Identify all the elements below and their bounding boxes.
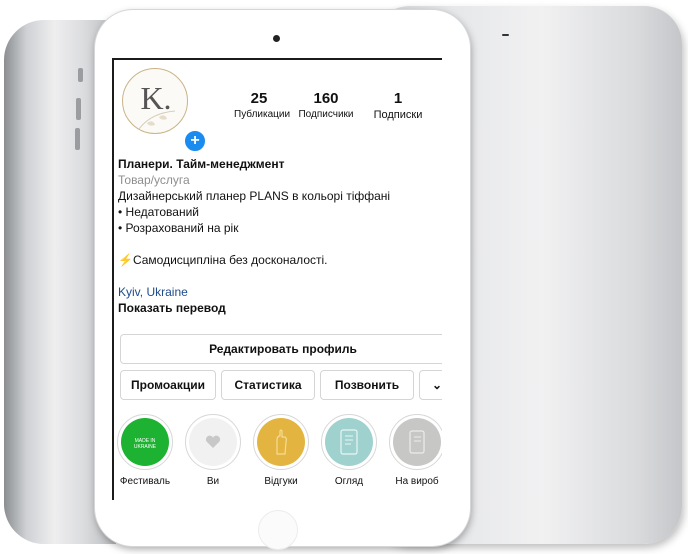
front-camera <box>273 35 280 42</box>
more-options-chevron-down-icon[interactable]: ⌄ <box>419 370 442 400</box>
stat-following-count: 1 <box>393 90 403 107</box>
bio-line: • Розрахований на рік <box>118 221 239 235</box>
highlight-label: Відгуки <box>264 476 298 487</box>
bio-line: • Недатований <box>118 205 200 219</box>
avatar[interactable]: K. + <box>122 68 207 153</box>
bio-motto: ⚡Самодисципліна без досконалості. <box>118 253 328 267</box>
home-button[interactable] <box>258 510 298 550</box>
stat-posts[interactable]: 25 Публикации <box>234 90 291 122</box>
highlight-label: Огляд <box>334 476 364 487</box>
planner-icon <box>409 430 425 454</box>
highlight-reviews[interactable]: Відгуки <box>250 414 312 487</box>
promotions-button[interactable]: Промоакции <box>120 370 216 400</box>
volume-down-button <box>75 128 80 150</box>
profile-bio: Планери. Тайм-менеджмент Товар/услуга Ди… <box>118 156 440 316</box>
profile-location-link[interactable]: Kyiv, Ukraine <box>118 284 440 300</box>
stat-following[interactable]: 1 Подписки <box>368 90 428 122</box>
call-button[interactable]: Позвонить <box>320 370 414 400</box>
stat-followers[interactable]: 160 Подписчики <box>294 90 358 122</box>
heart-icon <box>205 435 221 448</box>
stat-posts-count: 25 <box>250 90 268 107</box>
made-in-ukraine-badge: MADE IN UKRAINE <box>133 438 157 450</box>
leaf-decoration-icon <box>138 110 176 130</box>
bio-spacer <box>118 268 440 284</box>
stat-following-label: Подписки <box>373 109 423 121</box>
highlight-overview[interactable]: Огляд <box>318 414 380 487</box>
highlight-festival[interactable]: MADE IN UKRAINE Фестиваль <box>114 414 176 487</box>
highlight-reviews-cover <box>257 418 305 466</box>
add-story-plus-icon[interactable]: + <box>183 129 207 153</box>
stat-followers-label: Подписчики <box>298 109 354 120</box>
highlight-overview-cover <box>325 418 373 466</box>
hand-icon <box>276 429 287 455</box>
volume-up-button <box>76 98 81 120</box>
highlight-production-cover <box>393 418 441 466</box>
profile-category: Товар/услуга <box>118 173 190 187</box>
highlight-ring <box>185 414 241 470</box>
highlight-ring <box>389 414 442 470</box>
highlight-label: На вироб <box>395 476 439 487</box>
mute-switch <box>78 68 83 82</box>
bio-line: Дизайнерський планер PLANS в кольорі тіф… <box>118 189 391 203</box>
highlight-label: Ви <box>206 476 220 487</box>
statistics-button[interactable]: Статистика <box>221 370 315 400</box>
stat-posts-label: Публикации <box>234 109 291 120</box>
rear-camera <box>502 34 509 36</box>
highlight-festival-cover: MADE IN UKRAINE <box>121 418 169 466</box>
edit-profile-button[interactable]: Редактировать профиль <box>120 334 442 364</box>
profile-name: Планери. Тайм-менеджмент <box>118 157 285 171</box>
stat-followers-count: 160 <box>313 90 339 107</box>
highlight-ring <box>321 414 377 470</box>
highlight-vy[interactable]: Ви <box>182 414 244 487</box>
highlight-ring: MADE IN UKRAINE <box>117 414 173 470</box>
highlight-ring <box>253 414 309 470</box>
show-translation-link[interactable]: Показать перевод <box>118 300 440 316</box>
planner-icon <box>340 429 358 455</box>
highlight-vy-cover <box>189 418 237 466</box>
instagram-profile-screen: K. + 25 Публикации 160 Подписчики 1 Подп… <box>112 58 442 500</box>
bio-spacer <box>118 236 440 252</box>
highlight-label: Фестиваль <box>119 476 171 487</box>
highlight-production[interactable]: На вироб <box>386 414 442 487</box>
